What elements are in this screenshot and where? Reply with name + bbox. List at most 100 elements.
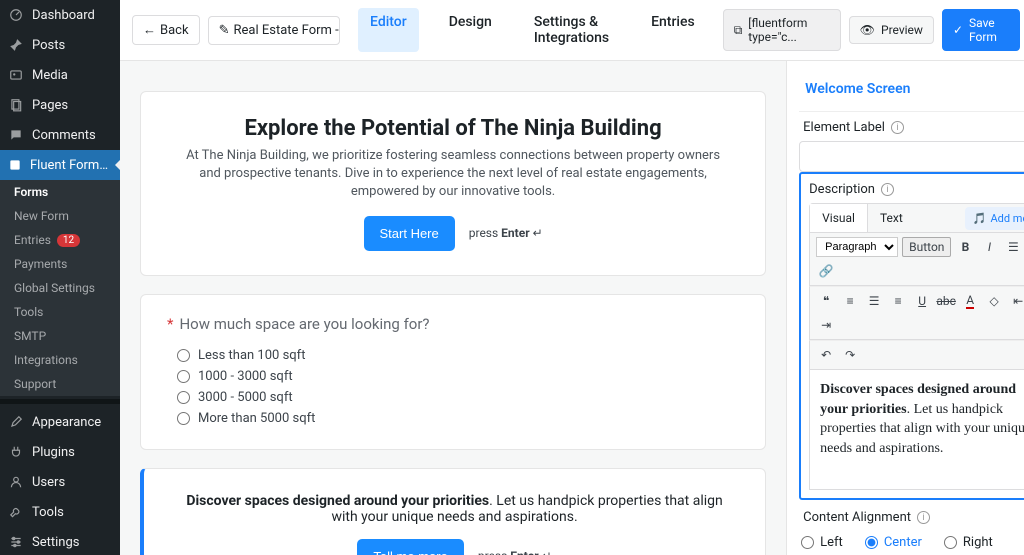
- menu-pages[interactable]: Pages: [0, 90, 120, 120]
- question-space[interactable]: *How much space are you looking for? Les…: [140, 294, 766, 450]
- submenu-label: Support: [14, 377, 56, 391]
- rte-strike[interactable]: abc: [936, 291, 956, 311]
- menu-label: Settings: [32, 535, 79, 550]
- rte-link[interactable]: 🔗: [816, 261, 836, 281]
- align-left[interactable]: Left: [801, 535, 843, 550]
- welcome-screen-2[interactable]: Discover spaces designed around your pri…: [140, 468, 766, 555]
- pencil-icon: ✎: [219, 23, 230, 38]
- rte-outdent[interactable]: ⇤: [1008, 291, 1024, 311]
- align-right[interactable]: Right: [944, 535, 993, 550]
- rte-clear-format[interactable]: ◇: [984, 291, 1004, 311]
- submenu-label: Entries: [14, 233, 51, 247]
- welcome2-description: Discover spaces designed around your pri…: [184, 493, 725, 525]
- menu-label: Media: [32, 68, 68, 83]
- rte-bold[interactable]: B: [955, 237, 975, 257]
- submenu-new-form[interactable]: New Form: [0, 204, 120, 228]
- rte-bullet-list[interactable]: ☰: [1003, 237, 1023, 257]
- rte-align-center[interactable]: ☰: [864, 291, 884, 311]
- description-editor-box: Descriptioni Visual Text 🎵Add media Para…: [799, 172, 1024, 500]
- form-canvas[interactable]: Explore the Potential of The Ninja Build…: [120, 61, 786, 555]
- menu-media[interactable]: Media: [0, 60, 120, 90]
- rte-italic[interactable]: I: [979, 237, 999, 257]
- menu-label: Pages: [32, 98, 68, 113]
- radio-input[interactable]: [177, 370, 190, 383]
- add-media-button[interactable]: 🎵Add media: [965, 207, 1024, 230]
- option-label: 1000 - 3000 sqft: [198, 369, 293, 384]
- menu-users[interactable]: Users: [0, 467, 120, 497]
- submenu-label: New Form: [14, 209, 69, 223]
- plug-icon: [8, 444, 24, 460]
- info-icon[interactable]: i: [917, 511, 930, 524]
- menu-dashboard[interactable]: Dashboard: [0, 0, 120, 30]
- brush-icon: [8, 414, 24, 430]
- preview-label: Preview: [881, 23, 923, 37]
- fluent-submenu: Forms New Form Entries 12 Payments Global…: [0, 180, 120, 396]
- menu-label: Fluent Forms Pro: [30, 158, 112, 173]
- rte-underline[interactable]: U: [912, 291, 932, 311]
- entries-badge: 12: [57, 234, 80, 247]
- rte-tab-text[interactable]: Text: [868, 204, 915, 232]
- tab-editor[interactable]: Editor: [358, 8, 419, 52]
- submenu-payments[interactable]: Payments: [0, 252, 120, 276]
- option-1[interactable]: 1000 - 3000 sqft: [167, 366, 739, 387]
- check-icon: ✓: [953, 23, 963, 37]
- rte-tab-visual[interactable]: Visual: [810, 204, 868, 232]
- rte-content[interactable]: Discover spaces designed around your pri…: [809, 370, 1024, 490]
- editor-tabs: Editor Design Settings & Integrations En…: [358, 8, 707, 52]
- submenu-global-settings[interactable]: Global Settings: [0, 276, 120, 300]
- submenu-integrations[interactable]: Integrations: [0, 348, 120, 372]
- submenu-forms[interactable]: Forms: [0, 180, 120, 204]
- enter-hint: press Enter ↵: [469, 226, 543, 240]
- rte-quote[interactable]: ❝: [816, 291, 836, 311]
- rte-align-right[interactable]: ≡: [888, 291, 908, 311]
- element-label-input[interactable]: [799, 141, 1024, 172]
- welcome-screen-1[interactable]: Explore the Potential of The Ninja Build…: [140, 91, 766, 276]
- tab-entries[interactable]: Entries: [639, 8, 707, 52]
- rte-insert-button[interactable]: Button: [902, 237, 951, 257]
- menu-settings[interactable]: Settings: [0, 527, 120, 555]
- rte-indent[interactable]: ⇥: [816, 315, 836, 335]
- shortcode-button[interactable]: ⧉[fluentform type="c...: [723, 9, 841, 51]
- info-icon[interactable]: i: [881, 183, 894, 196]
- menu-label: Plugins: [32, 445, 75, 460]
- shortcode-text: [fluentform type="c...: [748, 16, 829, 44]
- submenu-smtp[interactable]: SMTP: [0, 324, 120, 348]
- comment-icon: [8, 127, 24, 143]
- rte-text-color[interactable]: A: [960, 291, 980, 311]
- submenu-support[interactable]: Support: [0, 372, 120, 396]
- wrench-icon: [8, 504, 24, 520]
- form-name-text: Real Estate Form - Fl...: [233, 23, 340, 38]
- menu-appearance[interactable]: Appearance: [0, 407, 120, 437]
- info-icon[interactable]: i: [891, 121, 904, 134]
- menu-tools[interactable]: Tools: [0, 497, 120, 527]
- radio-input[interactable]: [177, 412, 190, 425]
- radio-input[interactable]: [177, 349, 190, 362]
- radio-input[interactable]: [177, 391, 190, 404]
- start-here-button[interactable]: Start Here: [364, 216, 455, 251]
- save-form-button[interactable]: ✓Save Form: [942, 9, 1020, 51]
- option-2[interactable]: 3000 - 5000 sqft: [167, 387, 739, 408]
- back-button[interactable]: ←Back: [132, 15, 200, 45]
- option-3[interactable]: More than 5000 sqft: [167, 408, 739, 429]
- submenu-tools[interactable]: Tools: [0, 300, 120, 324]
- tab-design[interactable]: Design: [437, 8, 504, 52]
- menu-fluent-forms[interactable]: Fluent Forms Pro: [0, 150, 120, 180]
- menu-comments[interactable]: Comments: [0, 120, 120, 150]
- preview-button[interactable]: 👁Preview: [849, 16, 934, 44]
- menu-plugins[interactable]: Plugins: [0, 437, 120, 467]
- submenu-entries[interactable]: Entries 12: [0, 228, 120, 252]
- rte-format-select[interactable]: Paragraph: [816, 237, 898, 257]
- align-center[interactable]: Center: [865, 535, 922, 550]
- option-label: 3000 - 5000 sqft: [198, 390, 293, 405]
- tell-me-more-button[interactable]: Tell me more: [357, 539, 463, 555]
- option-0[interactable]: Less than 100 sqft: [167, 345, 739, 366]
- form-name-editor[interactable]: ✎Real Estate Form - Fl...: [208, 16, 340, 45]
- pin-icon: [8, 37, 24, 53]
- panel-header[interactable]: Welcome Screen: [799, 71, 1024, 112]
- rte-undo[interactable]: ↶: [816, 345, 836, 365]
- tab-settings-integrations[interactable]: Settings & Integrations: [522, 8, 621, 52]
- menu-posts[interactable]: Posts: [0, 30, 120, 60]
- rte-align-left[interactable]: ≡: [840, 291, 860, 311]
- rte-redo[interactable]: ↷: [840, 345, 860, 365]
- wp-admin-sidebar: Dashboard Posts Media Pages Comments Flu…: [0, 0, 120, 555]
